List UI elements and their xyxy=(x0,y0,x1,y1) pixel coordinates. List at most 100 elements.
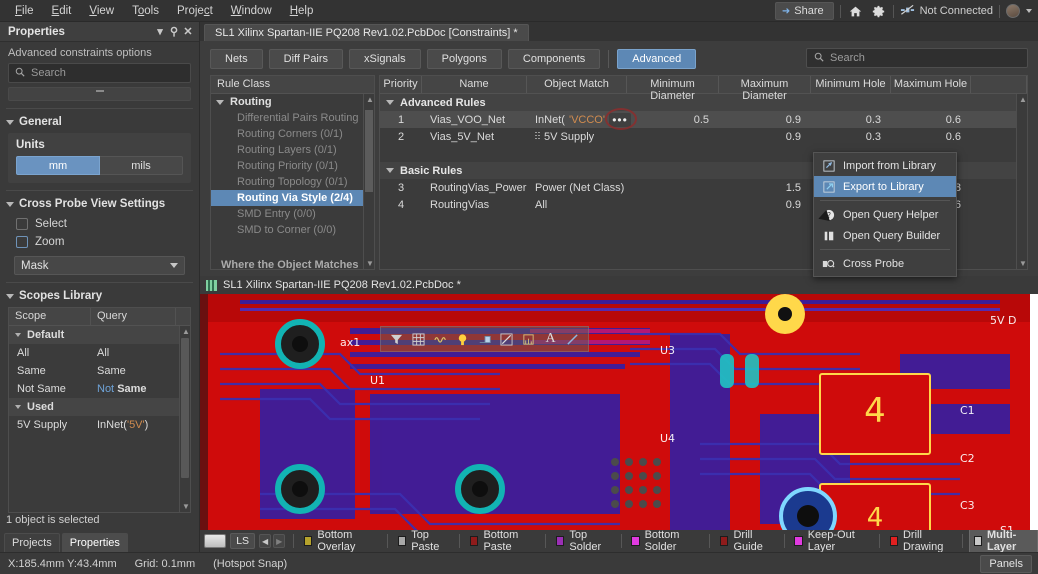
layer-tab-bottom-paste[interactable]: Bottom Paste xyxy=(466,530,539,552)
connection-status[interactable]: Not Connected xyxy=(900,4,993,19)
rules-table-scrollbar[interactable]: ▲ ▼ xyxy=(1016,94,1027,269)
panels-button[interactable]: Panels xyxy=(980,554,1032,573)
cell-max-diameter[interactable]: 0.9 xyxy=(719,199,811,211)
layer-tab-bottom-overlay[interactable]: Bottom Overlay xyxy=(300,530,381,552)
scroll-up-icon[interactable]: ▲ xyxy=(1019,95,1027,104)
cell-max-hole[interactable]: 0.6 xyxy=(891,131,971,143)
text-tool-icon[interactable]: A xyxy=(543,331,558,347)
pcb-canvas[interactable]: 4 4 U3 U4 C1 C2 C3 5V D ax1 U1 A xyxy=(200,294,1038,530)
layer-tab-drill-drawing[interactable]: Drill Drawing xyxy=(886,530,956,552)
line-tool-icon[interactable] xyxy=(565,332,580,347)
layer-tab-keep-out-layer[interactable]: Keep-Out Layer xyxy=(790,530,873,552)
rule-class-item[interactable]: Differential Pairs Routing xyxy=(211,110,374,126)
menu-edit[interactable]: Edit xyxy=(43,2,81,20)
checkbox-icon[interactable] xyxy=(16,218,28,230)
layer-tab-drill-guide[interactable]: Drill Guide xyxy=(716,530,777,552)
scrollbar-thumb[interactable] xyxy=(365,110,373,192)
table-row[interactable]: 2 Vias_5V_Net 5V Supply 0.9 0.3 0.6 xyxy=(380,128,1027,145)
zoom-checkbox-row[interactable]: Zoom xyxy=(14,233,185,251)
scopes-item-row[interactable]: Same Same xyxy=(9,362,190,380)
category-advanced[interactable]: Advanced xyxy=(617,49,697,69)
layer-stack-icon[interactable] xyxy=(477,332,492,347)
menu-help[interactable]: Help xyxy=(281,2,323,20)
scopes-item-row[interactable]: 5V Supply InNet('5V') xyxy=(9,416,190,434)
grid-icon[interactable] xyxy=(411,332,426,347)
pcb-tab[interactable]: SL1 Xilinx Spartan-IIE PQ208 Rev1.02.Pcb… xyxy=(200,276,1038,294)
category-components[interactable]: Components xyxy=(507,49,601,69)
rule-class-scrollbar[interactable]: ▲ ▼ xyxy=(363,94,374,269)
menu-project[interactable]: Project xyxy=(168,2,222,20)
scopes-group-row[interactable]: Used xyxy=(9,398,190,416)
scroll-down-icon[interactable]: ▼ xyxy=(366,259,374,268)
rules-group-row[interactable]: Advanced Rules xyxy=(380,94,1027,111)
mask-dropdown[interactable]: Mask xyxy=(14,256,185,275)
category-polygons[interactable]: Polygons xyxy=(426,49,502,69)
column-header-name[interactable]: Name xyxy=(422,76,527,93)
ruler-icon[interactable] xyxy=(521,332,536,347)
rule-class-item[interactable]: Routing Topology (0/1) xyxy=(211,174,374,190)
select-checkbox-row[interactable]: Select xyxy=(14,215,185,233)
rule-class-item[interactable]: Routing Via Style (2/4) xyxy=(211,190,374,206)
pin-icon[interactable]: ⚲ xyxy=(167,25,181,39)
rule-class-item[interactable]: Routing Corners (0/1) xyxy=(211,126,374,142)
drag-handle-icon[interactable] xyxy=(535,132,540,141)
scrollbar-thumb[interactable] xyxy=(181,338,189,478)
measure-icon[interactable] xyxy=(499,332,514,347)
cell-object-match[interactable]: 5V Supply xyxy=(527,131,627,143)
rule-class-item[interactable]: SMD to Corner (0/0) xyxy=(211,222,374,238)
row-more-options-button[interactable]: ••• xyxy=(609,112,631,127)
rule-class-item[interactable]: SMD Entry (0/0) xyxy=(211,206,374,222)
scroll-up-icon[interactable]: ▲ xyxy=(182,327,190,336)
category-nets[interactable]: Nets xyxy=(210,49,263,69)
context-menu-item-import-from-library[interactable]: Import from Library xyxy=(814,155,956,176)
section-header-cross-probe[interactable]: Cross Probe View Settings xyxy=(0,191,199,215)
scopes-group-row[interactable]: Default xyxy=(9,326,190,344)
column-header-object-match[interactable]: Object Match xyxy=(527,76,627,93)
section-header-scopes-library[interactable]: Scopes Library xyxy=(0,283,199,307)
context-menu-item-open-query-builder[interactable]: Open Query Builder xyxy=(814,225,956,246)
cell-name[interactable]: RoutingVias xyxy=(422,199,527,211)
scroll-down-icon[interactable]: ▼ xyxy=(1019,259,1027,268)
cell-name[interactable]: Vias_VOO_Net xyxy=(422,114,527,126)
ls-label[interactable]: LS xyxy=(230,533,256,549)
column-header-min-hole[interactable]: Minimum Hole xyxy=(811,76,891,93)
units-option-mils[interactable]: mils xyxy=(100,156,183,175)
context-menu-item-cross-probe[interactable]: Cross Probe xyxy=(814,253,956,274)
category-xsignals[interactable]: xSignals xyxy=(349,49,421,69)
layer-tab-top-solder[interactable]: Top Solder xyxy=(552,530,614,552)
layer-sets-button[interactable] xyxy=(204,534,227,548)
document-tab-constraints[interactable]: SL1 Xilinx Spartan-IIE PQ208 Rev1.02.Pcb… xyxy=(204,24,529,41)
scopes-item-row[interactable]: Not Same Not Same xyxy=(9,380,190,398)
category-diff-pairs[interactable]: Diff Pairs xyxy=(268,49,344,69)
close-icon[interactable]: ✕ xyxy=(181,25,195,39)
menu-window[interactable]: Window xyxy=(222,2,281,20)
cell-max-hole[interactable]: 0.6 xyxy=(891,114,971,126)
rule-class-item[interactable]: Routing xyxy=(211,94,374,110)
rule-class-item[interactable]: Routing Layers (0/1) xyxy=(211,142,374,158)
cell-object-match[interactable]: Power (Net Class) xyxy=(527,182,627,194)
scopes-scrollbar[interactable]: ▲ ▼ xyxy=(179,326,190,512)
collapsed-combo[interactable] xyxy=(8,87,191,101)
lightbulb-icon[interactable] xyxy=(455,332,470,347)
tab-projects[interactable]: Projects xyxy=(4,533,60,552)
menu-tools[interactable]: Tools xyxy=(123,2,168,20)
layer-tab-multi-layer[interactable]: Multi-Layer xyxy=(968,530,1038,552)
avatar[interactable] xyxy=(1006,4,1020,18)
properties-search-input[interactable]: Search xyxy=(8,63,191,83)
cell-min-hole[interactable]: 0.3 xyxy=(811,131,891,143)
share-button[interactable]: ➜ Share xyxy=(774,2,834,20)
cell-max-diameter[interactable]: 0.9 xyxy=(719,131,811,143)
layer-next-button[interactable]: ▶ xyxy=(273,534,286,548)
menu-file[interactable]: FFileile xyxy=(6,2,43,20)
constraints-search-input[interactable]: Search xyxy=(806,48,1028,68)
cell-min-hole[interactable]: 0.3 xyxy=(811,114,891,126)
checkbox-icon[interactable] xyxy=(16,236,28,248)
column-header-query[interactable]: Query xyxy=(91,308,176,325)
cell-max-diameter[interactable]: 1.5 xyxy=(719,182,811,194)
tab-properties[interactable]: Properties xyxy=(61,533,128,552)
chevron-down-icon[interactable] xyxy=(1026,9,1032,13)
cell-name[interactable]: RoutingVias_Power xyxy=(422,182,527,194)
cell-max-diameter[interactable]: 0.9 xyxy=(719,114,811,126)
context-menu-item-export-to-library[interactable]: Export to Library xyxy=(814,176,956,197)
cell-object-match[interactable]: All xyxy=(527,199,627,211)
